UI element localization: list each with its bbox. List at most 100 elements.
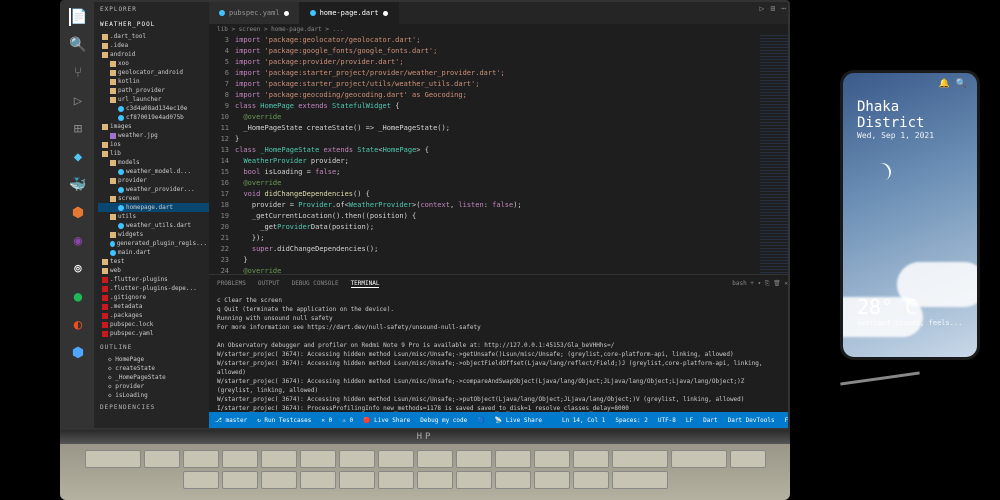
tree-item[interactable]: weather_provider... bbox=[98, 185, 209, 194]
tab-label: home-page.dart bbox=[320, 9, 379, 17]
file-icon bbox=[118, 205, 124, 211]
outline-item[interactable]: ◇ createState bbox=[98, 364, 209, 373]
status-segment[interactable]: Dart DevTools bbox=[728, 417, 775, 424]
tree-item[interactable]: .packages bbox=[98, 311, 209, 320]
tree-item[interactable]: weather.jpg bbox=[98, 131, 209, 140]
status-segment[interactable]: Flutter 2.2.1 bbox=[785, 417, 790, 424]
tree-item[interactable]: test bbox=[98, 257, 209, 266]
source-control-icon[interactable]: ⑂ bbox=[69, 64, 87, 82]
status-segment[interactable]: ⎇ master bbox=[215, 417, 247, 424]
status-segment[interactable]: 🔴 Live Share bbox=[363, 417, 410, 424]
panel-tab[interactable]: OUTPUT bbox=[258, 280, 280, 287]
dependencies-title[interactable]: DEPENDENCIES bbox=[94, 400, 209, 415]
tree-item[interactable]: provider bbox=[98, 176, 209, 185]
tree-item[interactable]: .metadata bbox=[98, 302, 209, 311]
outline-item[interactable]: ◇ isLoading bbox=[98, 391, 209, 400]
tree-item[interactable]: homepage.dart bbox=[98, 203, 209, 212]
tree-item[interactable]: .dart_tool bbox=[98, 32, 209, 41]
bell-icon[interactable]: 🔔 bbox=[939, 79, 950, 89]
tree-item[interactable]: .idea bbox=[98, 41, 209, 50]
panel-tab[interactable]: TERMINAL bbox=[351, 280, 380, 288]
tree-item[interactable]: url_launcher bbox=[98, 95, 209, 104]
editor-tab[interactable]: pubspec.yaml bbox=[209, 2, 300, 24]
tree-item[interactable]: cf870019e4ad075b bbox=[98, 113, 209, 122]
live-share-icon[interactable]: ◉ bbox=[69, 232, 87, 250]
outline-item[interactable]: ◇ _HomePageState bbox=[98, 373, 209, 382]
docker-icon[interactable]: 🐳 bbox=[69, 176, 87, 194]
tree-item[interactable]: main.dart bbox=[98, 248, 209, 257]
tree-item[interactable]: web bbox=[98, 266, 209, 275]
tree-item[interactable]: android bbox=[98, 50, 209, 59]
status-segment[interactable]: ⚠ 0 bbox=[342, 417, 353, 424]
tree-item[interactable]: .flutter-plugins bbox=[98, 275, 209, 284]
keyboard-key bbox=[612, 450, 668, 468]
file-icon bbox=[102, 52, 108, 58]
status-segment[interactable]: Ln 14, Col 1 bbox=[562, 417, 605, 424]
status-segment[interactable]: ✕ 0 bbox=[321, 417, 332, 424]
breadcrumb[interactable]: lib > screen > home-page.dart > ... bbox=[209, 24, 788, 35]
tree-item[interactable]: .flutter-plugins-depe... bbox=[98, 284, 209, 293]
split-icon[interactable]: ⊞ bbox=[770, 4, 775, 13]
tree-item[interactable]: images bbox=[98, 122, 209, 131]
status-segment[interactable]: Spaces: 2 bbox=[615, 417, 648, 424]
keyboard-key bbox=[417, 471, 453, 489]
editor-group: pubspec.yaml home-page.dart ▷ ⊞ ⋯ lib > s… bbox=[209, 2, 788, 428]
run-icon[interactable]: ▷ bbox=[760, 4, 765, 13]
tree-item[interactable]: path_provider bbox=[98, 86, 209, 95]
remote-icon[interactable]: ⬢ bbox=[69, 204, 87, 222]
tree-item[interactable]: screen bbox=[98, 194, 209, 203]
tree-item[interactable]: lib bbox=[98, 149, 209, 158]
extensions-icon[interactable]: ⊞ bbox=[69, 120, 87, 138]
editor-tab[interactable]: home-page.dart bbox=[300, 2, 399, 24]
database-icon[interactable]: ⬢ bbox=[69, 344, 87, 362]
status-segment[interactable]: Debug my code bbox=[420, 417, 467, 424]
tree-item[interactable]: geolocator_android bbox=[98, 68, 209, 77]
file-label: android bbox=[110, 51, 135, 58]
tree-item[interactable]: .gitignore bbox=[98, 293, 209, 302]
status-segment[interactable]: UTF-8 bbox=[658, 417, 676, 424]
tree-item[interactable]: xoo bbox=[98, 59, 209, 68]
explorer-icon[interactable]: 📄 bbox=[69, 8, 87, 26]
spotify-icon[interactable]: ● bbox=[69, 288, 87, 306]
terminal-panel[interactable]: c Clear the screen q Quit (terminate the… bbox=[209, 292, 788, 412]
search-icon[interactable]: 🔍 bbox=[956, 79, 967, 89]
terminal-controls[interactable]: bash + ▾ ⎘ 🗑 ✕ bbox=[732, 280, 788, 288]
keyboard-key bbox=[378, 450, 414, 468]
code-editor[interactable]: 3456789101112131415161718192021222324252… bbox=[209, 35, 788, 274]
editor-tabs: pubspec.yaml home-page.dart ▷ ⊞ ⋯ bbox=[209, 2, 788, 24]
outline-title[interactable]: OUTLINE bbox=[94, 340, 209, 355]
tree-item[interactable]: c3d4a08ad134ec10e bbox=[98, 104, 209, 113]
debug-icon[interactable]: ▷ bbox=[69, 92, 87, 110]
status-segment[interactable]: Dart bbox=[703, 417, 717, 424]
panel-tab[interactable]: PROBLEMS bbox=[217, 280, 246, 287]
tree-item[interactable]: models bbox=[98, 158, 209, 167]
flutter-icon[interactable]: ◆ bbox=[69, 148, 87, 166]
outline-item[interactable]: ◇ provider bbox=[98, 382, 209, 391]
tree-item[interactable]: widgets bbox=[98, 230, 209, 239]
status-segment[interactable]: LF bbox=[686, 417, 693, 424]
tree-item[interactable]: ios bbox=[98, 140, 209, 149]
status-segment[interactable]: ↻ Run Testcases bbox=[257, 417, 311, 424]
tree-item[interactable]: utils bbox=[98, 212, 209, 221]
file-icon bbox=[110, 178, 116, 184]
outline-item[interactable]: ◇ HomePage bbox=[98, 355, 209, 364]
file-label: .gitignore bbox=[110, 294, 146, 301]
tree-item[interactable]: pubspec.yaml bbox=[98, 329, 209, 338]
code-content[interactable]: import 'package:geolocator/geolocator.da… bbox=[235, 35, 760, 274]
file-label: weather_provider... bbox=[126, 186, 195, 193]
phone-status-bar: 🔔 🔍 bbox=[843, 73, 977, 95]
tree-item[interactable]: pubspec.lock bbox=[98, 320, 209, 329]
search-icon[interactable]: 🔍 bbox=[69, 36, 87, 54]
figma-icon[interactable]: ◐ bbox=[69, 316, 87, 334]
panel-tab[interactable]: DEBUG CONSOLE bbox=[292, 280, 339, 287]
tree-item[interactable]: generated_plugin_regis... bbox=[98, 239, 209, 248]
status-segment[interactable]: 📡 Live Share bbox=[495, 417, 542, 424]
tree-item[interactable]: weather_utils.dart bbox=[98, 221, 209, 230]
more-icon[interactable]: ⋯ bbox=[781, 4, 786, 13]
minimap[interactable] bbox=[760, 35, 788, 274]
tree-item[interactable]: weather_model.d... bbox=[98, 167, 209, 176]
status-segment[interactable]: 🔵 bbox=[477, 417, 484, 424]
record-icon[interactable]: ⊚ bbox=[69, 260, 87, 278]
file-icon bbox=[102, 268, 108, 274]
tree-item[interactable]: kotlin bbox=[98, 77, 209, 86]
